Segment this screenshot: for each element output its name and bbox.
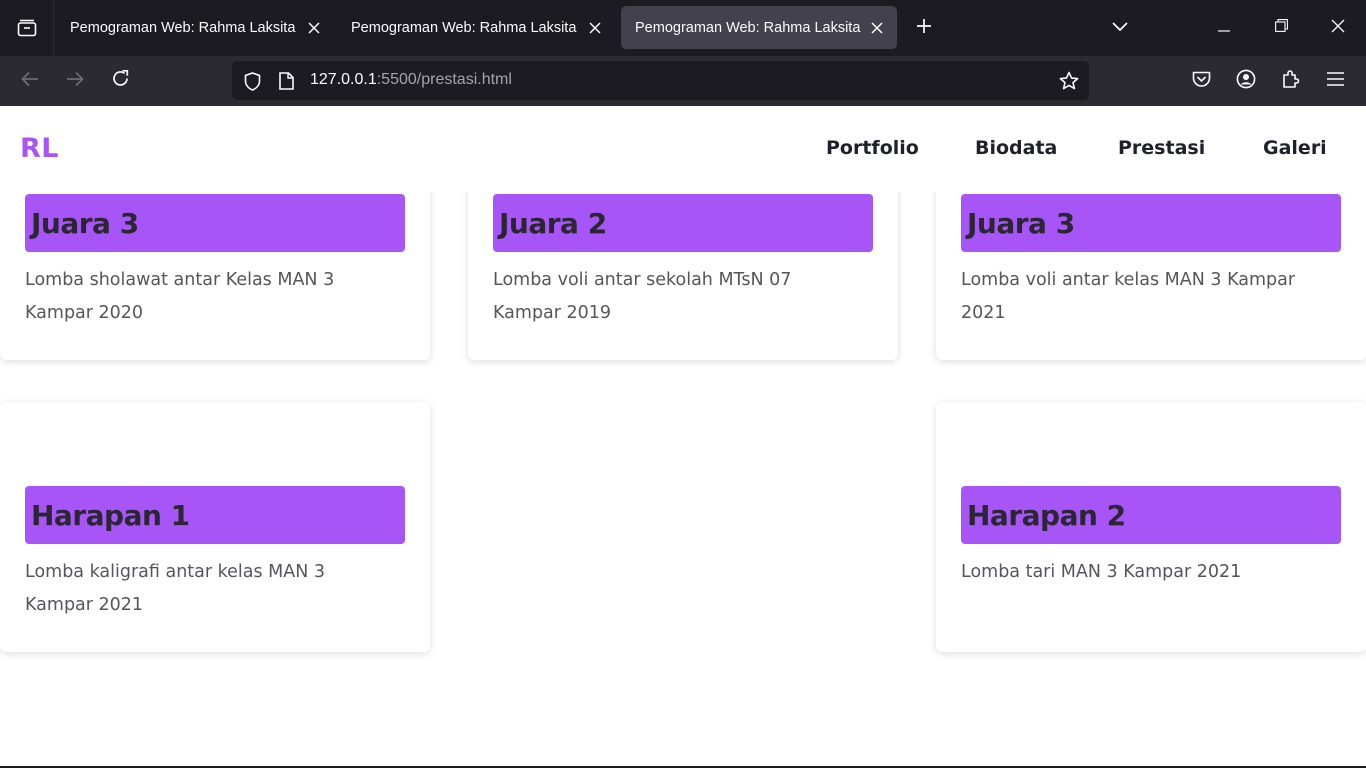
account-icon <box>1236 69 1256 94</box>
browser-tab-3-active[interactable]: Pemograman Web: Rahma Laksita <box>621 6 897 49</box>
site-logo[interactable]: RL <box>20 133 59 164</box>
pocket-button[interactable] <box>1182 62 1220 100</box>
achievement-title: Harapan 2 <box>961 486 1341 544</box>
tab-title: Pemograman Web: Rahma Laksita <box>70 19 296 36</box>
puzzle-icon <box>1281 69 1301 94</box>
chevron-down-icon <box>1112 19 1128 37</box>
minimize-icon <box>1218 19 1230 37</box>
achievement-description: Lomba kaligrafi antar kelas MAN 3 Kampar… <box>25 562 326 615</box>
close-icon[interactable] <box>304 18 324 38</box>
achievement-title: Juara 3 <box>961 194 1341 252</box>
achievement-description: Lomba sholawat antar Kelas MAN 3 Kampar … <box>25 270 335 323</box>
achievement-title: Juara 3 <box>25 194 405 252</box>
bookmark-star-icon[interactable] <box>1055 67 1083 95</box>
pocket-icon <box>1192 70 1211 93</box>
url-text[interactable]: 127.0.0.1:5500/prestasi.html <box>310 71 512 89</box>
achievement-description: Lomba voli antar kelas MAN 3 Kampar 2021 <box>961 270 1296 323</box>
app-menu-button[interactable] <box>1316 62 1354 100</box>
close-icon[interactable] <box>585 18 605 38</box>
browser-tab-2[interactable]: Pemograman Web: Rahma Laksita <box>337 6 615 49</box>
url-host: 127.0.0.1 <box>310 71 377 88</box>
tab-list-icon[interactable] <box>0 0 54 56</box>
achievement-description: Lomba tari MAN 3 Kampar 2021 <box>961 562 1242 582</box>
achievement-title: Harapan 1 <box>25 486 405 544</box>
url-path: :5500/prestasi.html <box>376 71 512 88</box>
new-tab-button[interactable] <box>904 8 944 48</box>
close-icon[interactable] <box>867 18 887 38</box>
page-info-icon[interactable] <box>272 67 300 95</box>
tab-title: Pemograman Web: Rahma Laksita <box>635 19 861 36</box>
back-button[interactable] <box>11 62 49 100</box>
nav-link-galeri[interactable]: Galeri <box>1263 137 1327 159</box>
minimize-button[interactable] <box>1196 0 1252 56</box>
arrow-right-icon <box>66 71 84 92</box>
plus-icon <box>916 18 932 39</box>
extensions-button[interactable] <box>1272 62 1310 100</box>
forward-button[interactable] <box>56 62 94 100</box>
hamburger-menu-icon <box>1326 71 1344 91</box>
address-bar[interactable]: 127.0.0.1:5500/prestasi.html <box>232 61 1089 100</box>
web-page: Juara 3 Lomba sholawat antar Kelas MAN 3… <box>0 106 1366 768</box>
reload-button[interactable] <box>101 62 139 100</box>
arrow-left-icon <box>21 71 39 92</box>
nav-link-prestasi[interactable]: Prestasi <box>1118 137 1205 159</box>
reload-icon <box>111 69 130 93</box>
achievement-title: Juara 2 <box>493 194 873 252</box>
restore-icon <box>1274 19 1288 37</box>
close-icon <box>1331 19 1345 38</box>
achievement-description: Lomba voli antar sekolah MTsN 07 Kampar … <box>493 270 792 323</box>
list-all-tabs-button[interactable] <box>1092 0 1148 56</box>
tab-title: Pemograman Web: Rahma Laksita <box>351 19 577 36</box>
achievement-card: Harapan 1 Lomba kaligrafi antar kelas MA… <box>0 402 430 652</box>
restore-button[interactable] <box>1253 0 1309 56</box>
site-header: RL Portfolio Biodata Prestasi Galeri <box>0 106 1366 192</box>
close-window-button[interactable] <box>1310 0 1366 56</box>
browser-toolbar: 127.0.0.1:5500/prestasi.html <box>0 56 1366 106</box>
account-button[interactable] <box>1227 62 1265 100</box>
nav-link-portfolio[interactable]: Portfolio <box>826 137 919 159</box>
shield-icon[interactable] <box>238 67 266 95</box>
browser-tab-1[interactable]: Pemograman Web: Rahma Laksita <box>56 6 334 49</box>
nav-link-biodata[interactable]: Biodata <box>975 137 1057 159</box>
browser-tab-bar: Pemograman Web: Rahma Laksita Pemograman… <box>0 0 1366 56</box>
achievement-card: Harapan 2 Lomba tari MAN 3 Kampar 2021 <box>936 402 1366 652</box>
